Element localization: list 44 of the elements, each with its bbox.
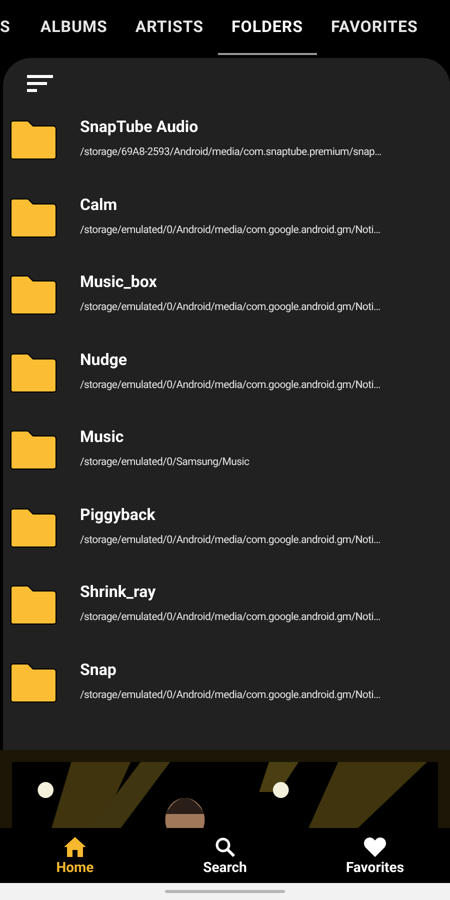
folder-item[interactable]: Piggyback /storage/emulated/0/Android/media/com.google.android.gm/Noti… (3, 504, 450, 582)
sort-icon[interactable] (27, 72, 55, 94)
tab[interactable]: S (0, 0, 26, 55)
nav-item[interactable]: Search (175, 836, 275, 876)
folder-item[interactable]: Music /storage/emulated/0/Samsung/Music (3, 427, 450, 504)
tab[interactable]: FAVORITES (316, 0, 432, 55)
tab[interactable]: ALBUMS (26, 0, 122, 55)
folder-icon (9, 430, 57, 470)
folder-name: SnapTube Audio (80, 117, 200, 137)
folder-icon (9, 120, 57, 160)
nav-item[interactable]: Favorites (325, 836, 425, 876)
folder-item[interactable]: Nudge /storage/emulated/0/Android/media/com.google.android.gm/Noti… (3, 350, 450, 427)
folder-path: /storage/emulated/0/Android/media/com.google.android.gm/Noti… (80, 532, 380, 546)
folder-path: /storage/emulated/0/Android/media/com.google.android.gm/Noti… (80, 610, 380, 624)
folder-path: /storage/emulated/0/Android/media/com.google.android.gm/Noti… (80, 688, 380, 702)
folder-name: Nudge (80, 350, 128, 370)
folder-path: /storage/emulated/0/Android/media/com.google.android.gm/Noti… (80, 378, 380, 392)
heart-icon (363, 836, 387, 858)
folder-path: /storage/emulated/0/Samsung/Music (80, 455, 250, 469)
folder-name: Music_box (80, 272, 158, 292)
folder-icon (9, 275, 57, 315)
folder-name: Calm (80, 194, 118, 214)
tab[interactable]: ARTISTS (121, 0, 218, 55)
nav-item[interactable]: Home (25, 836, 125, 876)
folder-path: /storage/emulated/0/Android/media/com.google.android.gm/Noti… (80, 222, 380, 236)
folder-path: /storage/emulated/0/Android/media/com.google.android.gm/Noti… (80, 300, 380, 314)
tab[interactable]: FOLDERS (218, 0, 317, 55)
folder-name: Snap (80, 660, 118, 680)
folder-item[interactable]: SnapTube Audio /storage/69A8-2593/Android/media/com.snaptube.premium/snap… (3, 117, 450, 194)
folder-icon (9, 662, 57, 702)
folder-path: /storage/69A8-2593/Android/media/com.snaptube.premium/snap… (80, 145, 382, 159)
folder-icon (9, 585, 57, 625)
folder-name: Music (80, 427, 125, 447)
folder-icon (9, 352, 57, 392)
folder-item[interactable]: Calm /storage/emulated/0/Android/media/com.google.android.gm/Noti… (3, 194, 450, 272)
folder-icon (9, 508, 57, 548)
folder-name: Shrink_ray (80, 582, 157, 602)
home-icon (63, 836, 87, 858)
folder-item[interactable]: Snap /storage/emulated/0/Android/media/com.google.android.gm/Noti… (3, 660, 450, 737)
folder-item[interactable]: Shrink_ray /storage/emulated/0/Android/media/com.google.android.gm/Noti… (3, 582, 450, 660)
folder-item[interactable]: Music_box /storage/emulated/0/Android/media/com.google.android.gm/Noti… (3, 272, 450, 350)
folder-icon (9, 198, 57, 238)
folder-name: Piggyback (80, 504, 156, 524)
search-icon (214, 836, 236, 858)
